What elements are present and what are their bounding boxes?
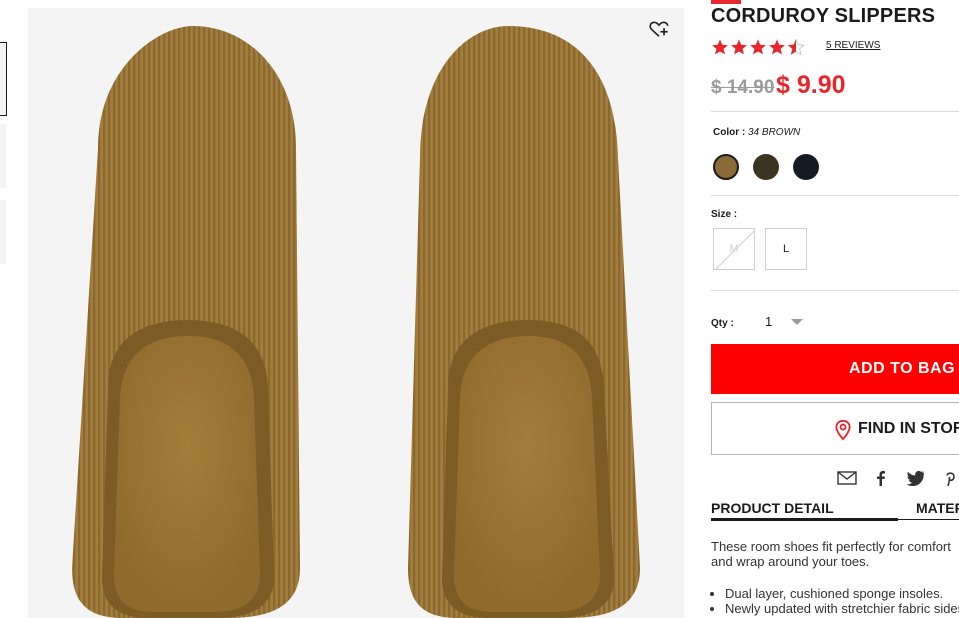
thumbnail-3[interactable] bbox=[0, 200, 6, 264]
product-image bbox=[28, 8, 684, 618]
slippers-illustration bbox=[72, 26, 640, 618]
twitter-icon[interactable] bbox=[905, 469, 925, 487]
rating-stars bbox=[711, 38, 805, 56]
size-option-label: L bbox=[782, 243, 790, 255]
tab-product-detail[interactable]: PRODUCT DETAIL bbox=[711, 500, 834, 516]
right-slipper bbox=[408, 26, 640, 618]
chevron-down-icon[interactable] bbox=[791, 319, 803, 325]
size-option-m[interactable]: M bbox=[713, 228, 755, 270]
thumbnail-strip bbox=[0, 0, 8, 618]
thumbnail-2[interactable] bbox=[0, 124, 6, 188]
swatch-olive[interactable] bbox=[753, 154, 779, 180]
selected-color: 34 BROWN bbox=[748, 127, 801, 138]
find-in-store-button[interactable]: FIND IN STORE bbox=[711, 402, 959, 455]
swatch-brown[interactable] bbox=[713, 154, 739, 180]
facebook-icon[interactable] bbox=[871, 469, 891, 487]
find-in-store-label: FIND IN STORE bbox=[858, 419, 959, 437]
unavailable-slash-icon bbox=[715, 230, 754, 269]
quantity-label: Qty : bbox=[711, 318, 734, 329]
color-label: Color : 34 BROWN bbox=[713, 127, 801, 138]
divider bbox=[711, 195, 959, 196]
divider bbox=[711, 290, 959, 291]
location-pin-icon bbox=[835, 419, 851, 441]
add-to-bag-button[interactable]: ADD TO BAG bbox=[711, 344, 959, 394]
reviews-link[interactable]: 5 REVIEWS bbox=[826, 40, 880, 51]
star-full-icon bbox=[750, 39, 766, 55]
star-full-icon bbox=[712, 39, 728, 55]
sale-price: $ 9.90 bbox=[776, 71, 846, 99]
feature-list: Dual layer, cushioned sponge insoles. Ne… bbox=[711, 586, 959, 616]
mail-icon[interactable] bbox=[837, 469, 857, 487]
divider bbox=[711, 111, 959, 112]
pinterest-icon[interactable] bbox=[939, 469, 959, 487]
feature-item: Dual layer, cushioned sponge insoles. bbox=[725, 586, 959, 601]
active-tab-indicator bbox=[711, 518, 898, 521]
product-info-panel: CORDUROY SLIPPERS 5 REVIEWS $ 14.90 $ 9.… bbox=[711, 0, 959, 618]
size-label: Size : bbox=[711, 209, 738, 220]
left-slipper bbox=[72, 26, 300, 618]
product-title: CORDUROY SLIPPERS bbox=[711, 5, 936, 27]
thumbnail-1[interactable] bbox=[0, 42, 7, 116]
quantity-select[interactable]: 1 bbox=[765, 314, 772, 329]
star-full-icon bbox=[769, 39, 785, 55]
tab-divider bbox=[898, 519, 959, 520]
tab-materials[interactable]: MATERIALS bbox=[916, 500, 959, 516]
feature-item: Newly updated with stretchier fabric sid… bbox=[725, 601, 959, 616]
product-description: These room shoes fit perfectly for comfo… bbox=[711, 539, 951, 569]
original-price: $ 14.90 bbox=[711, 77, 775, 98]
sale-tag bbox=[711, 0, 741, 4]
swatch-navy[interactable] bbox=[793, 154, 819, 180]
star-full-icon bbox=[731, 39, 747, 55]
star-half-icon bbox=[787, 38, 805, 56]
size-option-l[interactable]: L bbox=[765, 228, 807, 270]
